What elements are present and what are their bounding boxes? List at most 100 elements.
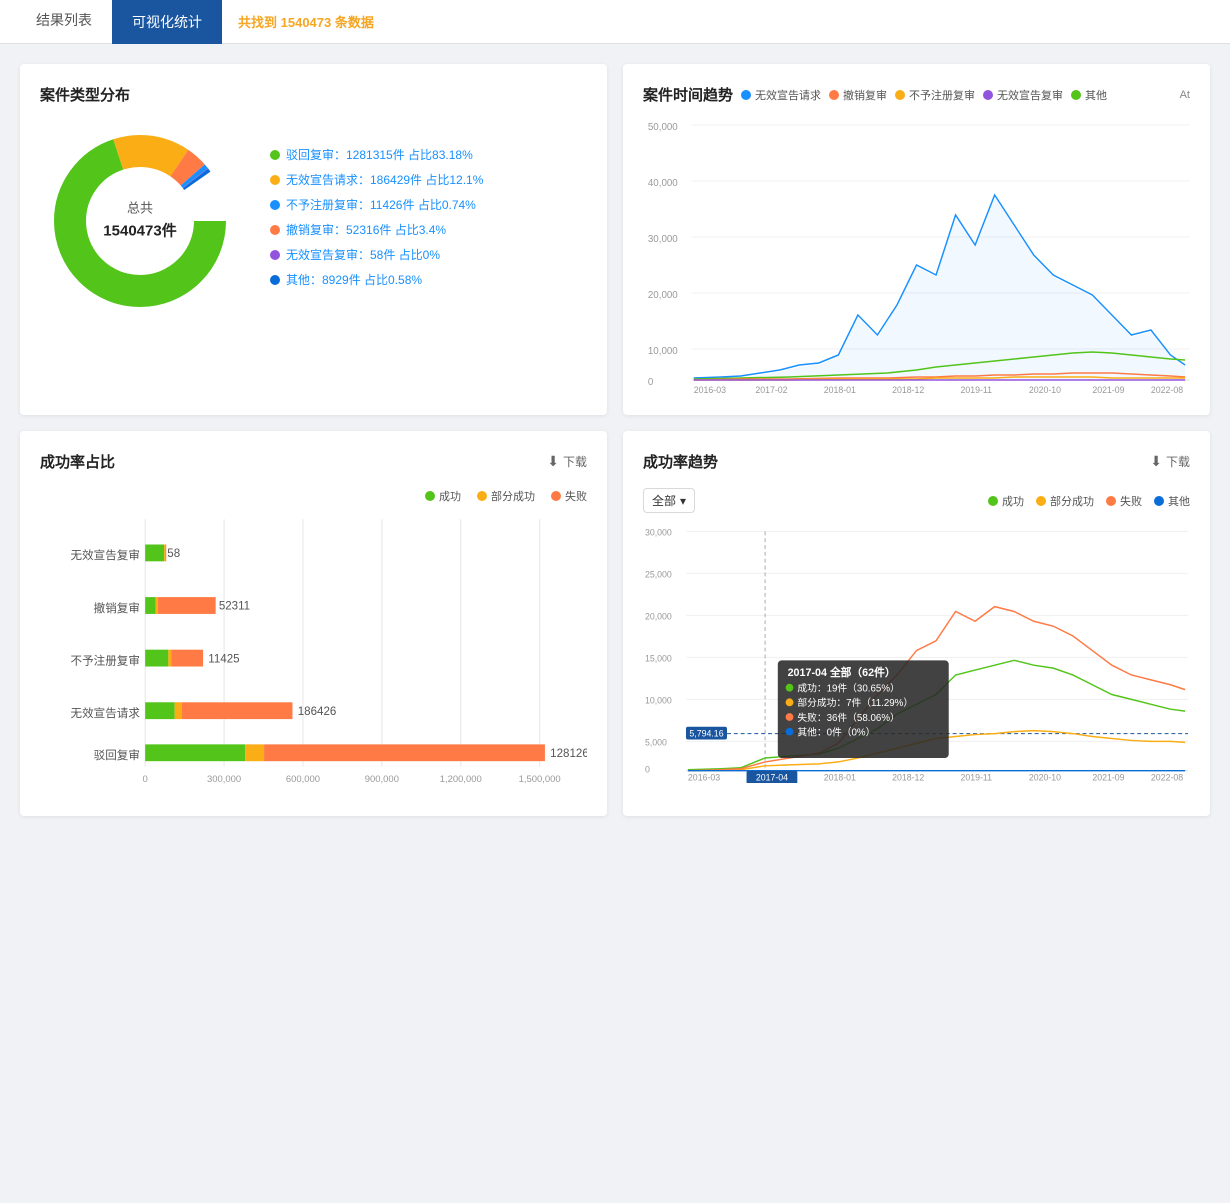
trend-title: 案件时间趋势 — [643, 84, 733, 105]
trend-dot-1 — [829, 90, 839, 100]
bar-svg: 无效宣告复审 撤销复审 不予注册复审 无效宣告请求 驳回复审 0 300,000… — [40, 516, 587, 796]
success-trend-title: 成功率趋势 — [643, 451, 718, 472]
legend-dot-0 — [270, 150, 280, 160]
trend-dot-3 — [983, 90, 993, 100]
trend-legend-2: 不予注册复审 — [895, 87, 975, 103]
svg-text:无效宣告复审: 无效宣告复审 — [71, 548, 140, 562]
legend-text-2[interactable]: 不予注册复审：11426件 占比0.74% — [286, 196, 476, 213]
svg-text:不予注册复审: 不予注册复审 — [71, 653, 140, 667]
success-dot-3 — [1154, 496, 1164, 506]
legend-text-3[interactable]: 撤销复审：52316件 占比3.4% — [286, 221, 446, 238]
svg-text:失败：36件（58.06%）: 失败：36件（58.06%） — [797, 711, 899, 724]
svg-text:2018-12: 2018-12 — [892, 385, 924, 395]
success-legend-2: 失败 — [1106, 493, 1142, 509]
svg-text:300,000: 300,000 — [207, 774, 241, 785]
trend-legend-label-1: 撤销复审 — [843, 87, 887, 103]
bar-legend-0: 成功 — [425, 488, 461, 504]
svg-text:2019-11: 2019-11 — [960, 385, 992, 395]
svg-text:部分成功：7件（11.29%）: 部分成功：7件（11.29%） — [797, 696, 913, 709]
svg-text:0: 0 — [645, 765, 650, 775]
legend-dot-3 — [270, 225, 280, 235]
svg-text:52311: 52311 — [219, 601, 250, 613]
svg-text:驳回复审: 驳回复审 — [94, 748, 140, 762]
trend-line-chart: 50,000 40,000 30,000 20,000 10,000 0 201… — [643, 115, 1190, 395]
dropdown-value: 全部 — [652, 492, 676, 509]
success-legend-label-3: 其他 — [1168, 493, 1190, 509]
success-legend-label-0: 成功 — [1002, 493, 1024, 509]
dropdown-icon: ▾ — [680, 494, 686, 508]
top-navigation: 结果列表 可视化统计 共找到 1540473 条数据 — [0, 0, 1230, 44]
success-trend-header: 成功率趋势 ⬇ 下载 — [643, 451, 1190, 472]
trend-header: 案件时间趋势 无效宣告请求 撤销复审 不予注册复审 无效宣告复审 其他 At — [643, 84, 1190, 105]
success-legend-1: 部分成功 — [1036, 493, 1094, 509]
bar-chart: 无效宣告复审 撤销复审 不予注册复审 无效宣告请求 驳回复审 0 300,000… — [40, 516, 587, 796]
svg-text:2016-03: 2016-03 — [688, 772, 720, 782]
svg-text:2021-09: 2021-09 — [1092, 772, 1124, 782]
trend-legend-label-0: 无效宣告请求 — [755, 87, 821, 103]
svg-text:2016-03: 2016-03 — [694, 385, 726, 395]
bar-legend-dot-0 — [425, 491, 435, 501]
trend-legend-3: 无效宣告复审 — [983, 87, 1063, 103]
legend-dot-1 — [270, 175, 280, 185]
tab-visualization[interactable]: 可视化统计 — [112, 0, 222, 44]
success-trend-legend: 成功 部分成功 失败 其他 — [988, 493, 1190, 509]
donut-total-value: 1540473件 — [103, 219, 176, 243]
svg-text:2020-10: 2020-10 — [1029, 385, 1061, 395]
svg-text:2017-04 全部（62件）: 2017-04 全部（62件） — [788, 666, 896, 679]
legend-dot-2 — [270, 200, 280, 210]
nav-info: 共找到 1540473 条数据 — [238, 12, 374, 31]
trend-dot-0 — [741, 90, 751, 100]
bar-legend-dot-1 — [477, 491, 487, 501]
success-legend-label-2: 失败 — [1120, 493, 1142, 509]
legend-text-5[interactable]: 其他：8929件 占比0.58% — [286, 271, 422, 288]
donut-center: 总共 1540473件 — [103, 199, 176, 244]
bar-card: 成功率占比 ⬇ 下载 成功 部分成功 失败 — [20, 431, 607, 816]
svg-text:无效宣告请求: 无效宣告请求 — [71, 706, 141, 720]
legend-item-2: 不予注册复审：11426件 占比0.74% — [270, 196, 587, 213]
svg-text:600,000: 600,000 — [286, 774, 320, 785]
nav-count: 1540473 — [281, 15, 332, 30]
legend-text-4[interactable]: 无效宣告复审：58件 占比0% — [286, 246, 440, 263]
donut-title: 案件类型分布 — [40, 84, 587, 105]
success-dot-0 — [988, 496, 998, 506]
trend-svg: 50,000 40,000 30,000 20,000 10,000 0 201… — [643, 115, 1190, 395]
trend-dropdown[interactable]: 全部 ▾ — [643, 488, 695, 513]
donut-section: 总共 1540473件 驳回复审：1281315件 占比83.18% 无效宣告请… — [40, 121, 587, 321]
bar-legend-label-1: 部分成功 — [491, 488, 535, 504]
legend-dot-4 — [270, 250, 280, 260]
trend-legend-label-4: 其他 — [1085, 87, 1107, 103]
legend-text-0[interactable]: 驳回复审：1281315件 占比83.18% — [286, 146, 473, 163]
legend-item-5: 其他：8929件 占比0.58% — [270, 271, 587, 288]
svg-text:0: 0 — [143, 774, 148, 785]
bar-download-btn[interactable]: ⬇ 下载 — [547, 453, 587, 470]
legend-dot-5 — [270, 275, 280, 285]
svg-text:2018-01: 2018-01 — [824, 772, 856, 782]
svg-text:20,000: 20,000 — [645, 611, 672, 621]
legend-item-1: 无效宣告请求：186429件 占比12.1% — [270, 171, 587, 188]
svg-text:1,200,000: 1,200,000 — [440, 774, 482, 785]
trend-dot-2 — [895, 90, 905, 100]
donut-legend: 驳回复审：1281315件 占比83.18% 无效宣告请求：186429件 占比… — [270, 146, 587, 296]
nav-info-suffix: 条数据 — [335, 15, 374, 30]
bar-card-header: 成功率占比 ⬇ 下载 — [40, 451, 587, 472]
svg-text:2018-01: 2018-01 — [824, 385, 856, 395]
legend-item-3: 撤销复审：52316件 占比3.4% — [270, 221, 587, 238]
svg-text:1,500,000: 1,500,000 — [519, 774, 561, 785]
legend-item-4: 无效宣告复审：58件 占比0% — [270, 246, 587, 263]
success-trend-download-btn[interactable]: ⬇ 下载 — [1150, 453, 1190, 470]
svg-text:40,000: 40,000 — [648, 178, 678, 189]
success-legend-label-1: 部分成功 — [1050, 493, 1094, 509]
svg-text:2017-04: 2017-04 — [756, 772, 788, 782]
svg-text:20,000: 20,000 — [648, 290, 678, 301]
bar-title: 成功率占比 — [40, 451, 115, 472]
svg-text:5,000: 5,000 — [645, 737, 667, 747]
svg-text:30,000: 30,000 — [648, 234, 678, 245]
svg-text:10,000: 10,000 — [648, 346, 678, 357]
bar-legend-dot-2 — [551, 491, 561, 501]
legend-text-1[interactable]: 无效宣告请求：186429件 占比12.1% — [286, 171, 483, 188]
tab-results[interactable]: 结果列表 — [16, 0, 112, 44]
svg-text:10,000: 10,000 — [645, 695, 672, 705]
svg-text:2017-02: 2017-02 — [755, 385, 787, 395]
donut-card: 案件类型分布 总共 — [20, 64, 607, 415]
dashboard: 案件类型分布 总共 — [0, 44, 1230, 836]
